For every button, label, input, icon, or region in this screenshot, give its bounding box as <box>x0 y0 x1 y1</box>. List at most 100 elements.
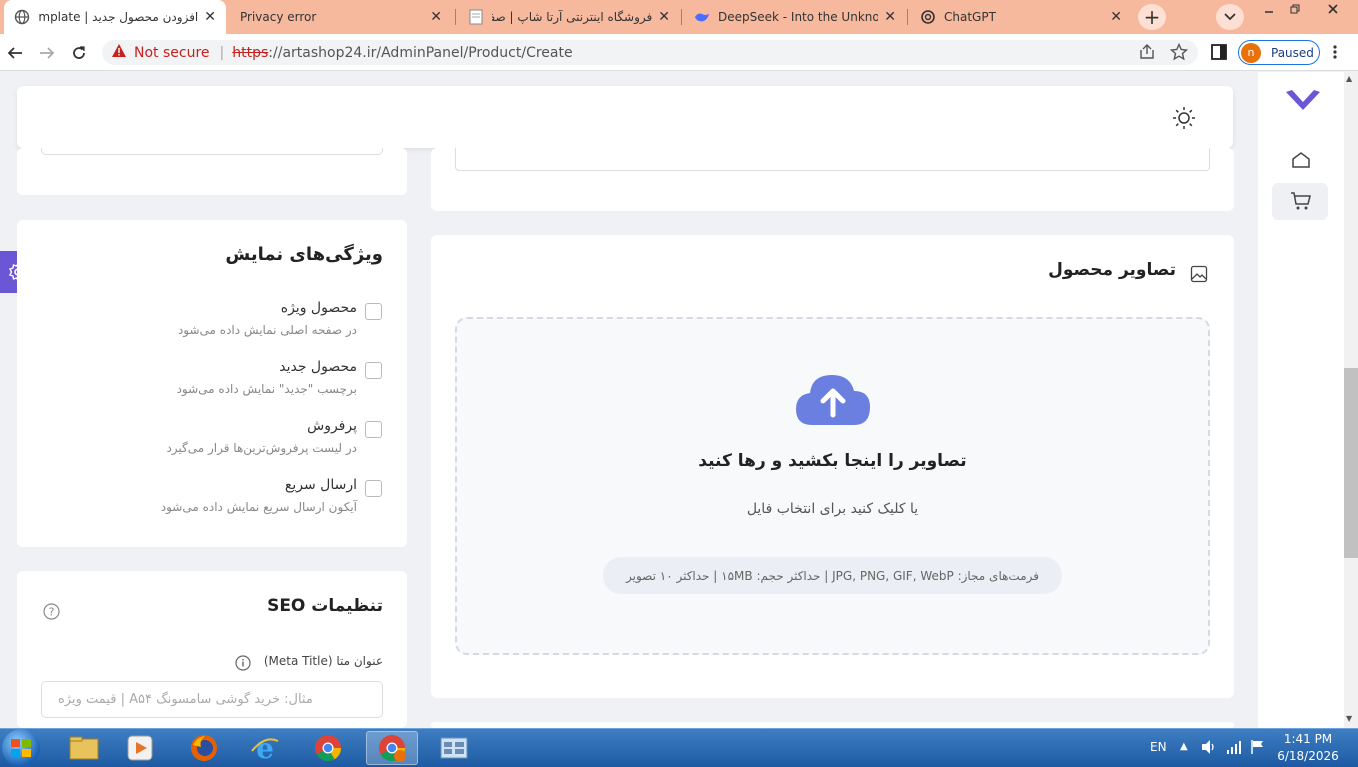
file-explorer-icon[interactable] <box>58 731 110 765</box>
tab-privacy-error[interactable]: Privacy error ✕ <box>230 0 452 34</box>
new-product-label: محصول جدید <box>279 359 357 375</box>
left-card-partial <box>17 148 407 195</box>
meta-title-label: عنوان متا (Meta Title) <box>263 654 383 668</box>
restore-icon <box>1290 4 1300 14</box>
internet-explorer-icon[interactable]: e <box>239 731 291 765</box>
cart-icon <box>1290 191 1312 215</box>
featured-desc: در صفحه اصلی نمایش داده می‌شود <box>177 323 357 337</box>
share-icon[interactable] <box>1138 44 1156 64</box>
arrow-right-icon <box>40 47 55 59</box>
restore-button[interactable] <box>1282 0 1308 18</box>
close-icon <box>1328 4 1338 14</box>
close-icon[interactable]: ✕ <box>1110 9 1122 25</box>
url-scheme: https <box>232 44 269 61</box>
new-product-checkbox[interactable] <box>365 362 382 379</box>
drop-text: تصاویر را اینجا بکشید و رها کنید <box>698 451 967 471</box>
tab-chatgpt[interactable]: ChatGPT ✕ <box>910 0 1132 34</box>
chrome-profile-icon[interactable] <box>366 731 418 765</box>
tab-label: فروشگاه اینترنتی آرتا شاپ | صفحه اصلی <box>492 10 653 24</box>
url-path: ://artashop24.ir/AdminPanel/Product/Crea… <box>268 44 573 61</box>
display-features-card: ویژگی‌های نمایش محصول ویژه در صفحه اصلی … <box>17 220 407 547</box>
meta-title-input[interactable]: مثال: خرید گوشی سامسونگ A۵۴ | قیمت ویژه <box>41 681 383 718</box>
clock-date[interactable]: 6/18/2026 <box>1272 749 1344 763</box>
tab-deepseek[interactable]: DeepSeek - Into the Unknown ✕ <box>684 0 906 34</box>
images-title: تصاویر محصول <box>1048 260 1176 280</box>
chrome-icon[interactable] <box>302 731 354 765</box>
new-tab-button[interactable]: + <box>1138 4 1166 30</box>
volume-icon[interactable] <box>1200 739 1218 759</box>
tab-label: افزودن محصول جدید | Admin Template <box>38 10 199 24</box>
globe-icon <box>14 9 30 25</box>
bestseller-label: پرفروش <box>307 418 357 434</box>
back-button[interactable] <box>2 40 28 66</box>
firefox-icon[interactable] <box>178 731 230 765</box>
home-icon[interactable] <box>1290 150 1312 174</box>
close-icon[interactable]: ✕ <box>884 9 896 25</box>
brand-logo[interactable] <box>1284 88 1322 120</box>
new-product-desc: برچسب "جدید" نمایش داده می‌شود <box>176 382 357 396</box>
forward-button[interactable] <box>34 40 60 66</box>
close-icon[interactable]: ✕ <box>430 9 442 25</box>
tab-divider <box>681 9 682 25</box>
scroll-up-icon[interactable]: ▲ <box>1346 74 1352 83</box>
profile-button[interactable]: n Paused <box>1238 40 1320 65</box>
tab-search-button[interactable] <box>1216 4 1244 30</box>
image-dropzone[interactable]: تصاویر را اینجا بکشید و رها کنید یا کلیک… <box>455 317 1210 655</box>
svg-text:?: ? <box>49 606 55 619</box>
more-menu-icon[interactable] <box>1332 44 1338 64</box>
chatgpt-icon <box>920 9 936 25</box>
fast-shipping-desc: آیکون ارسال سریع نمایش داده می‌شود <box>160 500 357 514</box>
avatar: n <box>1241 42 1261 63</box>
featured-label: محصول ویژه <box>280 300 357 316</box>
reload-button[interactable] <box>66 40 92 66</box>
start-button[interactable] <box>2 729 40 767</box>
tab-admin-template[interactable]: افزودن محصول جدید | Admin Template ✕ <box>4 0 226 34</box>
tab-label: Privacy error <box>240 10 317 24</box>
close-icon[interactable]: ✕ <box>204 9 216 25</box>
network-icon[interactable] <box>1226 739 1242 759</box>
scrollbar-thumb[interactable] <box>1344 368 1358 558</box>
seo-title: تنظیمات SEO <box>267 596 383 616</box>
security-label: Not secure <box>134 44 210 61</box>
partial-textarea[interactable] <box>455 148 1210 171</box>
top-header <box>17 86 1233 148</box>
tab-divider <box>907 9 908 25</box>
product-images-card: تصاویر محصول تصاویر را اینجا بکشید و رها… <box>431 235 1234 698</box>
minimize-button[interactable] <box>1256 0 1282 18</box>
theme-toggle-sun-icon[interactable] <box>1172 106 1196 134</box>
bookmark-star-icon[interactable] <box>1169 42 1189 65</box>
fast-shipping-checkbox[interactable] <box>365 480 382 497</box>
tab-artashop[interactable]: فروشگاه اینترنتی آرتا شاپ | صفحه اصلی ✕ <box>458 0 680 34</box>
cloud-upload-icon <box>794 371 872 431</box>
close-window-button[interactable] <box>1316 0 1350 18</box>
info-icon <box>235 655 251 675</box>
warning-icon <box>112 44 126 61</box>
chevron-down-icon <box>1224 13 1236 21</box>
side-panel-icon[interactable] <box>1211 44 1227 64</box>
minimize-icon <box>1265 11 1273 13</box>
deepseek-icon <box>694 9 710 25</box>
fast-shipping-label: ارسال سریع <box>284 477 357 493</box>
scroll-down-icon[interactable]: ▼ <box>1346 714 1352 723</box>
close-icon[interactable]: ✕ <box>658 9 670 25</box>
svg-text:e: e <box>256 733 274 763</box>
bestseller-checkbox[interactable] <box>365 421 382 438</box>
media-player-icon[interactable] <box>114 731 166 765</box>
address-bar[interactable]: Not secure | https ://artashop24.ir/Admi… <box>102 40 1198 65</box>
tab-label: ChatGPT <box>944 10 996 24</box>
page-icon <box>468 9 484 25</box>
tab-label: DeepSeek - Into the Unknown <box>718 10 879 24</box>
partial-input[interactable] <box>41 148 383 155</box>
clock-time[interactable]: 1:41 PM <box>1272 732 1344 746</box>
url-divider: | <box>219 44 225 61</box>
action-center-flag-icon[interactable] <box>1250 739 1266 759</box>
show-hidden-icons-icon[interactable]: ▲ <box>1180 741 1188 752</box>
click-text: یا کلیک کنید برای انتخاب فایل <box>746 501 919 517</box>
windows-logo-icon <box>11 739 31 757</box>
reload-icon <box>73 46 85 59</box>
language-indicator[interactable]: EN <box>1150 740 1167 754</box>
featured-checkbox[interactable] <box>365 303 382 320</box>
arrow-left-icon <box>7 47 22 59</box>
control-panel-icon[interactable] <box>428 731 480 765</box>
help-icon[interactable]: ? <box>43 603 60 624</box>
